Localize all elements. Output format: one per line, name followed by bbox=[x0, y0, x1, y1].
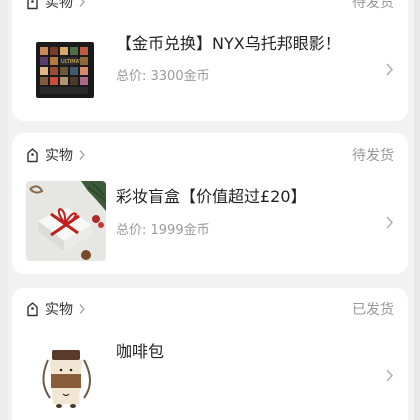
product-thumbnail bbox=[26, 181, 106, 261]
product-thumbnail: ULTIMATE bbox=[26, 30, 106, 110]
order-card[interactable]: 实物 已发货 咖啡包 bbox=[12, 288, 408, 420]
chevron-right-icon bbox=[386, 216, 394, 229]
order-category[interactable]: 实物 bbox=[26, 297, 86, 321]
order-category[interactable]: 实物 bbox=[26, 143, 86, 167]
chevron-right-icon bbox=[79, 0, 85, 7]
order-status: 待发货 bbox=[352, 148, 394, 164]
product-price: 总价: 3300金币 bbox=[116, 69, 210, 84]
product-title: 咖啡包 bbox=[116, 342, 165, 361]
order-status: 待发货 bbox=[352, 0, 394, 11]
product-thumbnail bbox=[26, 336, 106, 416]
gift-box-image bbox=[26, 181, 106, 261]
category-label: 实物 bbox=[45, 302, 73, 318]
tag-icon bbox=[27, 301, 38, 316]
product-title: 【金币兑换】NYX乌托邦眼影！ bbox=[116, 34, 341, 53]
product-price: 总价: 1999金币 bbox=[116, 223, 210, 238]
order-card[interactable]: 实物 待发货 ULTIMATE 【金币兑换】NYX乌托邦眼影！ 总价: 3300… bbox=[12, 0, 408, 121]
tag-icon bbox=[27, 147, 38, 162]
chevron-right-icon bbox=[79, 150, 85, 160]
coffee-bag-image bbox=[42, 350, 91, 408]
order-card[interactable]: 实物 待发货 彩妆盲盒【价值超过£20】 总价: 1999金币 bbox=[12, 133, 408, 274]
order-category[interactable]: 实物 bbox=[26, 0, 86, 14]
page-left-edge bbox=[0, 0, 8, 420]
product-title: 彩妆盲盒【价值超过£20】 bbox=[116, 187, 307, 206]
order-status: 已发货 bbox=[352, 302, 394, 318]
chevron-right-icon bbox=[386, 63, 394, 76]
eyeshadow-palette-image: ULTIMATE bbox=[36, 42, 94, 98]
chevron-right-icon bbox=[386, 369, 394, 382]
page-right-edge bbox=[414, 0, 420, 420]
tag-icon bbox=[27, 0, 38, 9]
category-label: 实物 bbox=[45, 148, 73, 164]
chevron-right-icon bbox=[79, 304, 85, 314]
category-label: 实物 bbox=[45, 0, 73, 11]
